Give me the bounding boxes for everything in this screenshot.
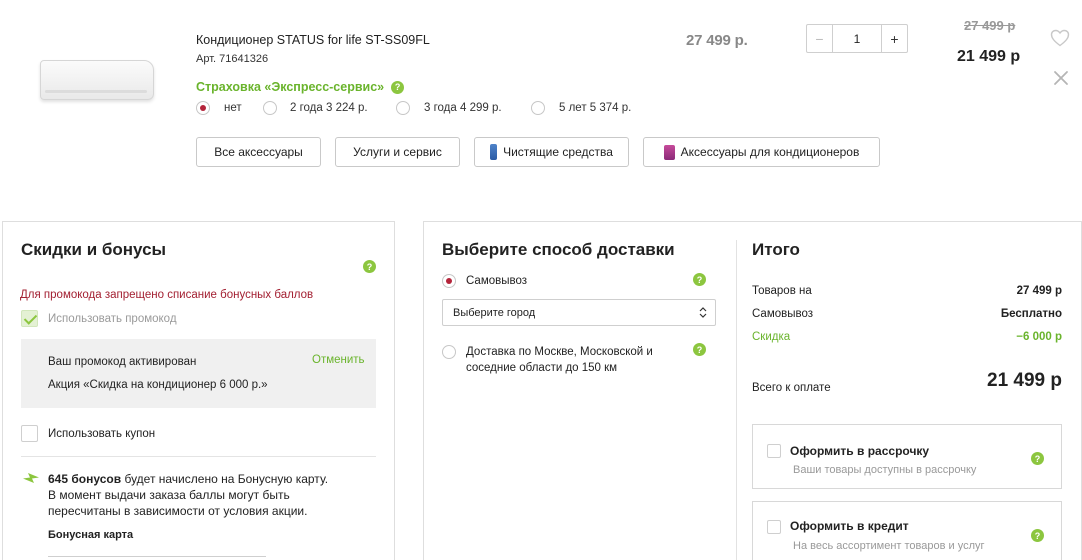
divider bbox=[21, 456, 376, 457]
credit-option[interactable]: Оформить в кредит На весь ассортимент то… bbox=[752, 501, 1062, 560]
goods-value: 27 499 р bbox=[1016, 285, 1062, 297]
city-select[interactable]: Выберите город bbox=[442, 299, 716, 326]
close-icon[interactable] bbox=[1052, 69, 1070, 87]
checkbox-icon[interactable] bbox=[767, 444, 781, 458]
column-divider bbox=[736, 240, 737, 560]
use-promo-checkbox-row[interactable]: Использовать промокод bbox=[21, 310, 177, 327]
radio-icon[interactable] bbox=[531, 101, 545, 115]
checkbox-icon[interactable] bbox=[21, 425, 38, 442]
bonus-card-input-edge[interactable] bbox=[48, 556, 266, 557]
help-icon[interactable]: ? bbox=[693, 273, 706, 286]
help-icon[interactable]: ? bbox=[693, 343, 706, 356]
promo-warning: Для промокода запрещено списание бонусны… bbox=[20, 289, 314, 301]
insurance-option-label: 2 года 3 224 р. bbox=[290, 102, 368, 114]
use-promo-label: Использовать промокод bbox=[48, 312, 177, 325]
bonus-text-1: будет начислено на Бонусную карту. bbox=[124, 472, 329, 486]
summary-title: Итого bbox=[752, 240, 800, 259]
ac-accessories-button[interactable]: Аксессуары для кондиционеров bbox=[643, 137, 880, 167]
insurance-option-label: 5 лет 5 374 р. bbox=[559, 102, 632, 114]
courier-label-line1: Доставка по Москве, Московской и bbox=[466, 346, 653, 358]
help-icon[interactable]: ? bbox=[1031, 452, 1044, 465]
promo-cancel-link[interactable]: Отменить bbox=[312, 354, 365, 366]
goods-label: Товаров на bbox=[752, 285, 812, 297]
city-select-value: Выберите город bbox=[453, 306, 536, 319]
insurance-option-none[interactable]: нет bbox=[196, 100, 242, 116]
bonus-amount: 645 бонусов bbox=[48, 472, 122, 486]
radio-icon[interactable] bbox=[442, 345, 456, 359]
promo-activated-box bbox=[21, 339, 376, 408]
help-icon[interactable]: ? bbox=[363, 260, 376, 273]
installment-title: Оформить в рассрочку bbox=[790, 444, 930, 458]
credit-title: Оформить в кредит bbox=[790, 519, 909, 533]
bonus-text-2: В момент выдачи заказа баллы могут быть bbox=[48, 488, 290, 502]
all-accessories-button[interactable]: Все аксессуары bbox=[196, 137, 321, 167]
use-coupon-label: Использовать купон bbox=[48, 427, 156, 440]
discounts-title: Скидки и бонусы bbox=[21, 240, 167, 259]
radio-selected-icon[interactable] bbox=[196, 101, 210, 115]
installment-option[interactable]: Оформить в рассрочку Ваши товары доступн… bbox=[752, 424, 1062, 489]
radio-selected-icon[interactable] bbox=[442, 274, 456, 288]
discount-label: Скидка bbox=[752, 331, 791, 343]
use-coupon-checkbox-row[interactable]: Использовать купон bbox=[21, 425, 155, 442]
bonus-info: 645 бонусов будет начислено на Бонусную … bbox=[48, 471, 378, 519]
insurance-header: Страховка «Экспресс-сервис» ? bbox=[196, 80, 405, 94]
insurance-option-2y[interactable]: 2 года 3 224 р. bbox=[263, 100, 368, 116]
checkbox-icon[interactable] bbox=[767, 520, 781, 534]
bonus-card-label: Бонусная карта bbox=[48, 529, 134, 541]
credit-subtitle: На весь ассортимент товаров и услуг bbox=[793, 540, 985, 552]
delivery-option-pickup[interactable]: Самовывоз bbox=[442, 274, 527, 288]
quantity-decrease-button[interactable]: − bbox=[807, 25, 833, 52]
cleaning-bottle-icon bbox=[490, 144, 498, 160]
pickup-summary-value: Бесплатно bbox=[1000, 308, 1062, 320]
total-value: 21 499 р bbox=[987, 370, 1062, 391]
promo-action-text: Акция «Скидка на кондиционер 6 000 р.» bbox=[48, 379, 268, 391]
insurance-title: Страховка «Экспресс-сервис» bbox=[196, 80, 385, 94]
updown-arrows-icon bbox=[699, 306, 707, 322]
product-name[interactable]: Кондиционер STATUS for life ST-SS09FL bbox=[196, 33, 430, 47]
insurance-option-label: нет bbox=[224, 102, 242, 114]
help-icon[interactable]: ? bbox=[1031, 529, 1044, 542]
product-unit-price: 27 499 р. bbox=[686, 32, 748, 49]
quantity-value[interactable]: 1 bbox=[833, 25, 881, 52]
product-sku: Арт. 71641326 bbox=[196, 53, 269, 65]
cleaning-products-label: Чистящие средства bbox=[503, 145, 613, 159]
checkbox-checked-icon[interactable] bbox=[21, 310, 38, 327]
new-price: 21 499 р bbox=[957, 48, 1021, 65]
courier-label: Доставка по Москве, Московской и соседни… bbox=[466, 344, 653, 376]
total-label: Всего к оплате bbox=[752, 382, 831, 394]
delivery-option-courier[interactable]: Доставка по Москве, Московской и соседни… bbox=[442, 344, 653, 376]
services-button[interactable]: Услуги и сервис bbox=[335, 137, 460, 167]
promo-activated-text: Ваш промокод активирован bbox=[48, 356, 197, 368]
courier-label-line2: соседние области до 150 км bbox=[466, 362, 618, 374]
ac-accessories-label: Аксессуары для кондиционеров bbox=[680, 145, 860, 159]
insurance-option-5y[interactable]: 5 лет 5 374 р. bbox=[531, 100, 631, 116]
accessory-box-icon bbox=[663, 144, 675, 160]
help-icon[interactable]: ? bbox=[391, 80, 405, 94]
quantity-stepper: − 1 + bbox=[806, 24, 908, 53]
delivery-title: Выберите способ доставки bbox=[442, 240, 675, 259]
cleaning-products-button[interactable]: Чистящие средства bbox=[474, 137, 629, 167]
pickup-label: Самовывоз bbox=[466, 275, 528, 287]
product-image[interactable] bbox=[40, 60, 156, 102]
radio-icon[interactable] bbox=[263, 101, 277, 115]
air-conditioner-image bbox=[40, 60, 154, 100]
installment-subtitle: Ваши товары доступны в рассрочку bbox=[793, 464, 977, 476]
old-price: 27 499 р bbox=[964, 18, 1016, 33]
pickup-summary-label: Самовывоз bbox=[752, 308, 814, 320]
lightning-icon bbox=[22, 472, 40, 487]
heart-icon[interactable] bbox=[1050, 29, 1070, 47]
insurance-option-label: 3 года 4 299 р. bbox=[424, 102, 502, 114]
insurance-option-3y[interactable]: 3 года 4 299 р. bbox=[396, 100, 502, 116]
discount-value: −6 000 р bbox=[1016, 331, 1062, 343]
quantity-increase-button[interactable]: + bbox=[881, 25, 907, 52]
radio-icon[interactable] bbox=[396, 101, 410, 115]
bonus-text-3: пересчитаны в зависимости от условия акц… bbox=[48, 504, 308, 518]
